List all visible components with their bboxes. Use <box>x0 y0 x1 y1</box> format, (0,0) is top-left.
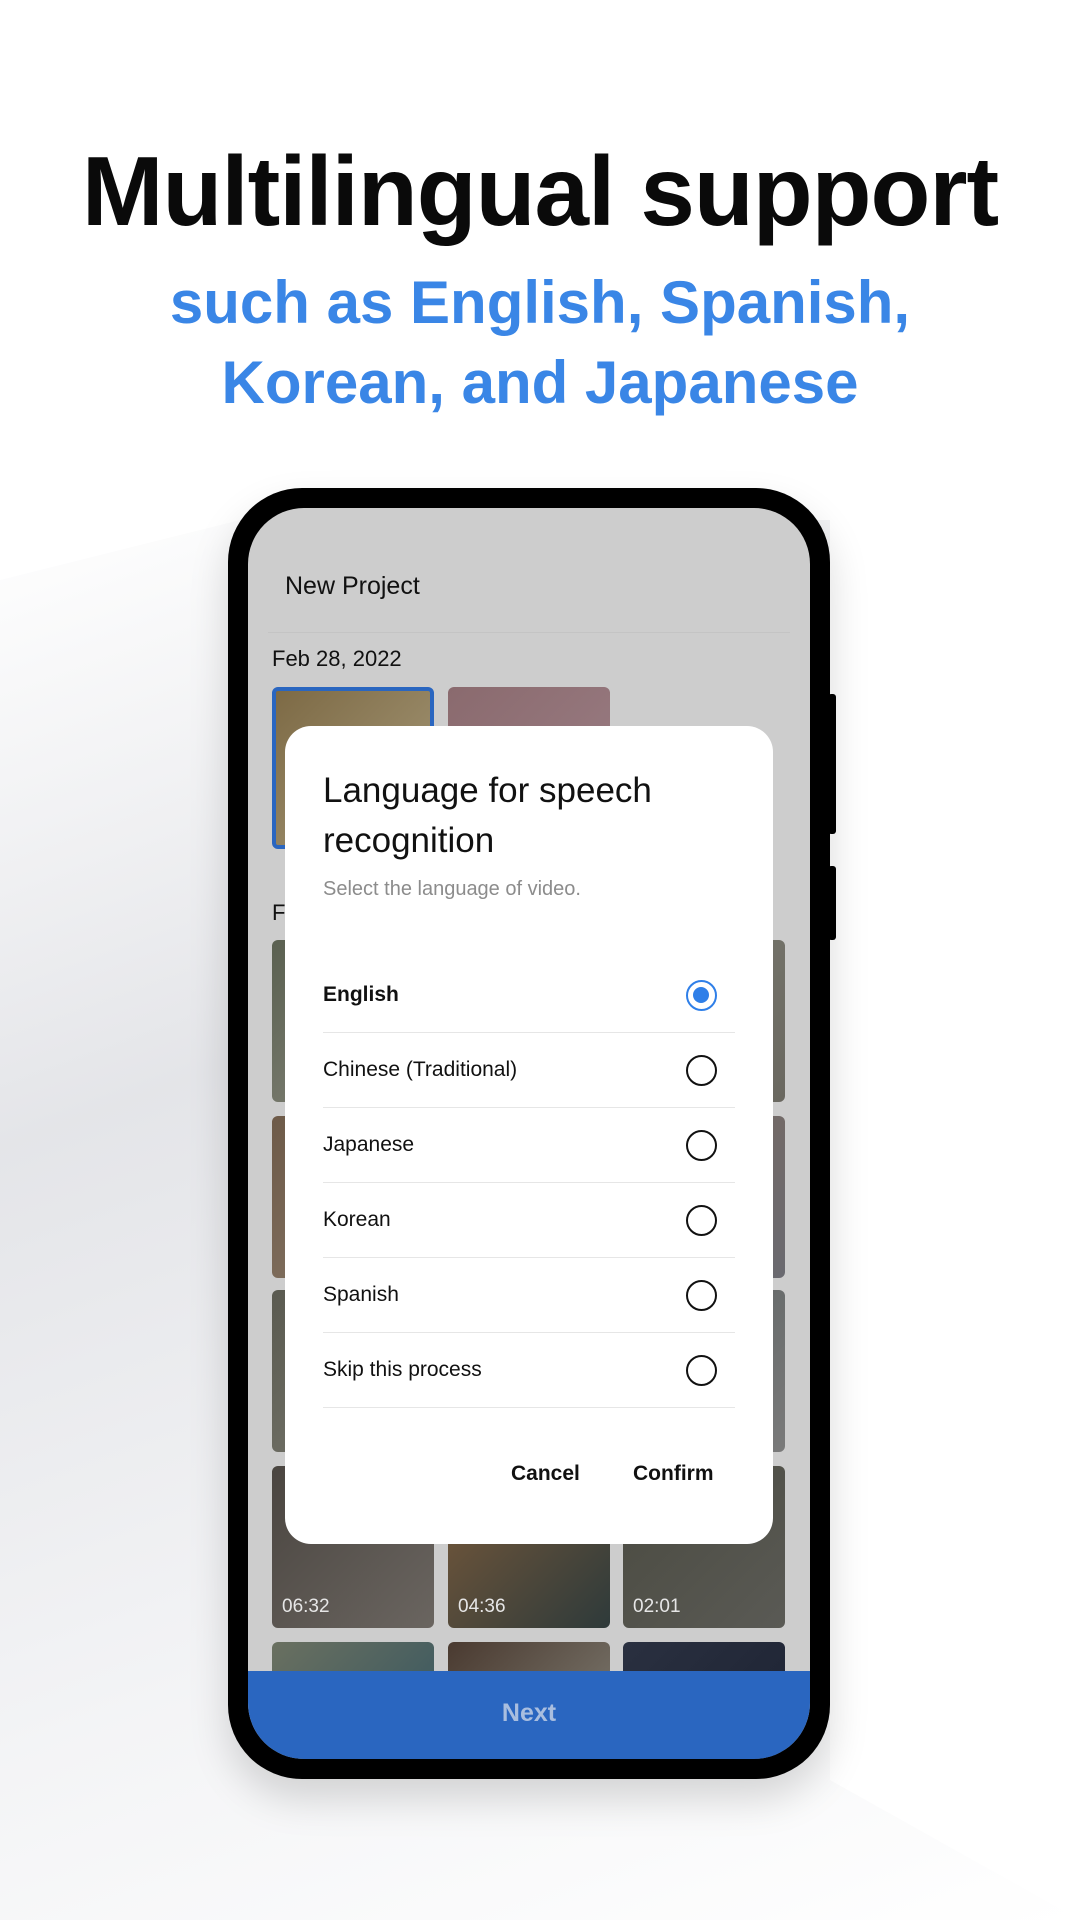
page-title: New Project <box>285 572 420 600</box>
video-duration: 02:01 <box>633 1596 681 1617</box>
option-label: Korean <box>323 1208 391 1231</box>
subheadline-line-1: such as English, Spanish, <box>169 269 911 336</box>
radio-icon[interactable] <box>686 1279 717 1311</box>
option-spanish[interactable]: Spanish <box>323 1258 735 1333</box>
cancel-button[interactable]: Cancel <box>511 1462 580 1486</box>
subheadline-line-2: Korean, and Japanese <box>221 349 859 416</box>
radio-icon[interactable] <box>686 1354 717 1386</box>
next-button[interactable]: Next <box>248 1671 810 1759</box>
power-button <box>828 866 836 940</box>
option-label: English <box>323 983 399 1006</box>
radio-icon[interactable] <box>686 1204 717 1236</box>
header-divider <box>268 632 790 633</box>
option-label: Japanese <box>323 1133 415 1156</box>
option-korean[interactable]: Korean <box>323 1183 735 1258</box>
dialog-subtitle: Select the language of video. <box>323 878 581 900</box>
language-dialog: Language for speech recognition Select t… <box>285 726 773 1544</box>
option-english[interactable]: English <box>323 958 735 1033</box>
radio-icon[interactable] <box>686 1129 717 1161</box>
confirm-button[interactable]: Confirm <box>633 1462 714 1486</box>
option-label: Chinese (Traditional) <box>323 1058 518 1081</box>
radio-icon[interactable] <box>686 979 717 1011</box>
volume-button <box>828 694 836 834</box>
section-label: F <box>272 900 286 925</box>
radio-icon[interactable] <box>686 1054 717 1086</box>
video-duration: 04:36 <box>458 1596 506 1617</box>
option-skip[interactable]: Skip this process <box>323 1333 735 1408</box>
video-duration: 06:32 <box>282 1596 330 1617</box>
option-chinese-traditional[interactable]: Chinese (Traditional) <box>323 1033 735 1108</box>
option-label: Spanish <box>323 1283 399 1306</box>
option-japanese[interactable]: Japanese <box>323 1108 735 1183</box>
dialog-title: Language for speech recognition <box>323 771 652 860</box>
section-date: Feb 28, 2022 <box>272 646 402 671</box>
language-options: English Chinese (Traditional) Japanese K… <box>323 958 735 1408</box>
headline: Multilingual support <box>81 136 999 246</box>
option-label: Skip this process <box>323 1358 482 1381</box>
